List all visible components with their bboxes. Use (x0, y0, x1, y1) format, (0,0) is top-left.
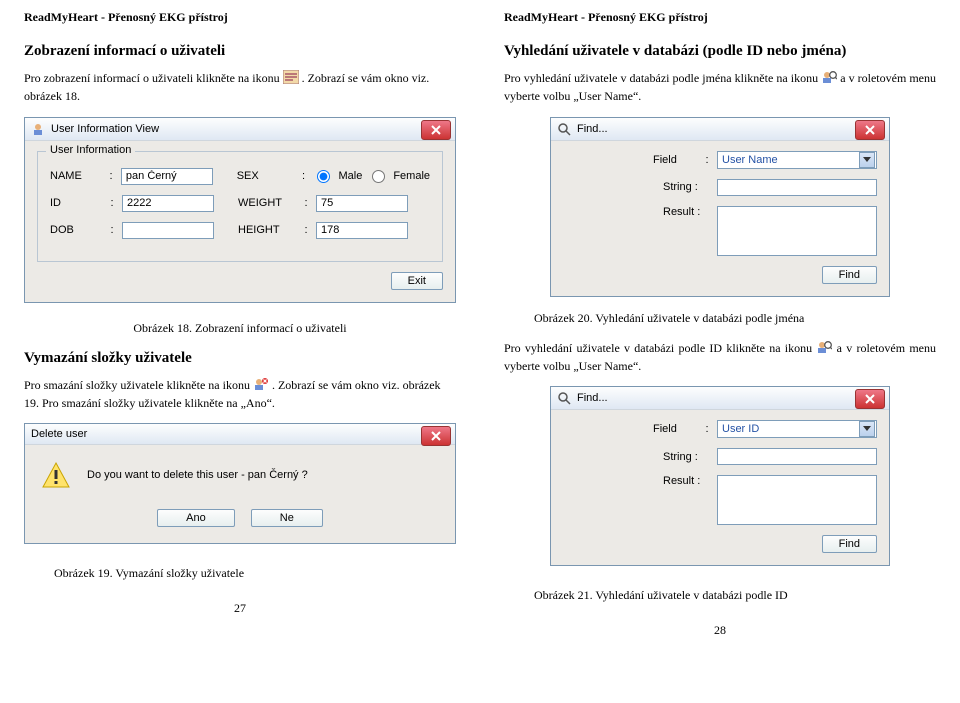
label-string: String : (663, 451, 711, 463)
page-number: 28 (504, 623, 936, 638)
running-head-left: ReadMyHeart - Přenosný EKG přístroj (24, 10, 456, 25)
label-female: Female (393, 170, 430, 182)
label-field: Field (653, 423, 697, 435)
result-area (717, 206, 877, 256)
label-name: NAME (50, 170, 101, 182)
titlebar: User Information View (25, 118, 455, 141)
string-field[interactable] (717, 179, 877, 196)
fig18-caption: Obrázek 18. Zobrazení informací o uživat… (24, 321, 456, 336)
page-28: ReadMyHeart - Přenosný EKG přístroj Vyhl… (480, 0, 960, 648)
fig19-caption: Obrázek 19. Vymazání složky uživatele (54, 566, 456, 581)
dialog-find-name: Find... Field : User Name (550, 117, 890, 297)
section-title-userinfo: Zobrazení informací o uživateli (24, 43, 456, 60)
body-text: Pro zobrazení informací o uživateli klik… (24, 70, 456, 105)
page-number: 27 (24, 601, 456, 616)
label-result: Result : (663, 475, 711, 487)
person-icon (31, 122, 45, 136)
label-result: Result : (663, 206, 711, 218)
fig21-caption: Obrázek 21. Vyhledání uživatele v databá… (534, 588, 936, 603)
exit-button[interactable]: Exit (391, 272, 443, 290)
body-text: Pro smazání složky uživatele klikněte na… (24, 377, 456, 412)
titlebar: Find... (551, 118, 889, 141)
dialog-title: Find... (577, 123, 608, 135)
label-dob: DOB (50, 224, 102, 236)
confirm-message: Do you want to delete this user - pan Če… (87, 469, 308, 481)
fig20-caption: Obrázek 20. Vyhledání uživatele v databá… (534, 311, 936, 326)
radio-male[interactable] (317, 170, 330, 183)
body-text: Pro vyhledání uživatele v databázi podle… (504, 340, 936, 375)
close-button[interactable] (421, 426, 451, 446)
titlebar: Find... (551, 387, 889, 410)
userinfo-icon (283, 70, 299, 88)
running-head-right: ReadMyHeart - Přenosný EKG přístroj (504, 10, 936, 25)
weight-field[interactable] (316, 195, 408, 212)
section-title-delete: Vymazání složky uživatele (24, 350, 456, 367)
groupbox-legend: User Information (46, 144, 135, 156)
id-field[interactable] (122, 195, 214, 212)
string-field[interactable] (717, 448, 877, 465)
field-dropdown[interactable]: User ID (717, 420, 877, 438)
dialog-find-id: Find... Field : User ID S (550, 386, 890, 566)
label-male: Male (338, 170, 362, 182)
find-person-icon (821, 70, 837, 88)
search-icon (557, 122, 571, 136)
result-area (717, 475, 877, 525)
chevron-down-icon (859, 421, 875, 437)
dob-field[interactable] (122, 222, 214, 239)
warning-icon (41, 461, 71, 489)
body-text: Pro vyhledání uživatele v databázi podle… (504, 70, 936, 105)
search-icon (557, 391, 571, 405)
section-title-find: Vyhledání uživatele v databázi (podle ID… (504, 43, 936, 60)
label-id: ID (50, 197, 102, 209)
chevron-down-icon (859, 152, 875, 168)
titlebar: Delete user (25, 424, 455, 445)
dialog-title: User Information View (51, 123, 159, 135)
find-button[interactable]: Find (822, 535, 877, 553)
label-sex: SEX (237, 170, 294, 182)
close-button[interactable] (855, 389, 885, 409)
find-person-icon (816, 340, 832, 358)
label-string: String : (663, 181, 711, 193)
groupbox-userinfo: User Information NAME : SEX : Male Femal… (37, 151, 443, 262)
find-button[interactable]: Find (822, 266, 877, 284)
name-field[interactable] (121, 168, 213, 185)
page-27: ReadMyHeart - Přenosný EKG přístroj Zobr… (0, 0, 480, 648)
dialog-user-info: User Information View User Information N… (24, 117, 456, 303)
radio-female[interactable] (372, 170, 385, 183)
field-dropdown[interactable]: User Name (717, 151, 877, 169)
yes-button[interactable]: Ano (157, 509, 235, 527)
dialog-title: Delete user (31, 428, 87, 440)
delete-user-icon (253, 377, 269, 395)
label-weight: WEIGHT (238, 197, 296, 209)
dialog-delete-user: Delete user Do you want to delete this u… (24, 423, 456, 544)
close-button[interactable] (855, 120, 885, 140)
no-button[interactable]: Ne (251, 509, 323, 527)
close-button[interactable] (421, 120, 451, 140)
dialog-title: Find... (577, 392, 608, 404)
label-height: HEIGHT (238, 224, 296, 236)
label-field: Field (653, 154, 697, 166)
height-field[interactable] (316, 222, 408, 239)
